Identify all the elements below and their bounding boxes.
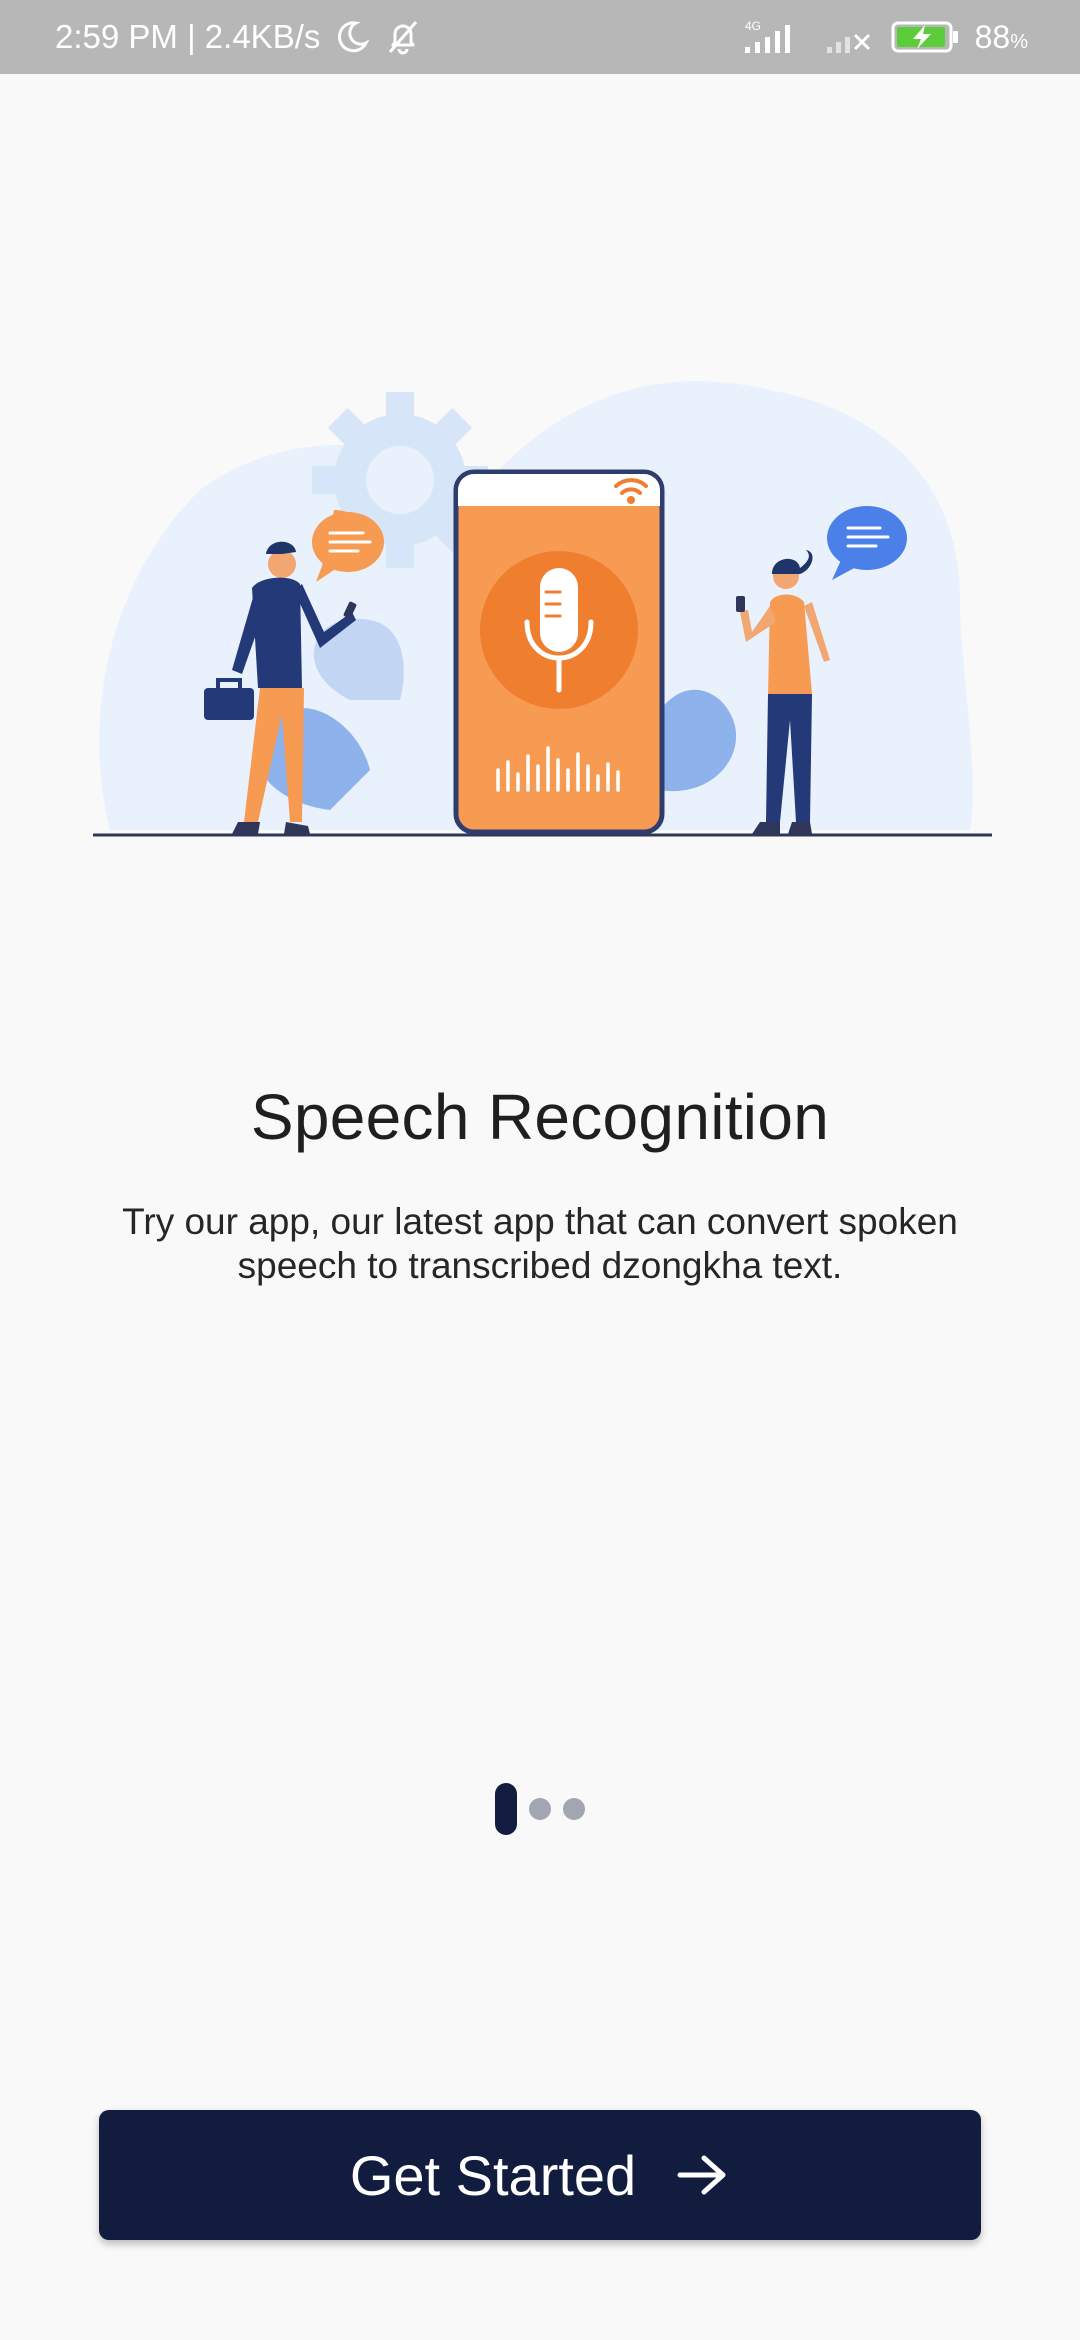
signal-4g-icon: 4G bbox=[741, 17, 811, 57]
status-bar: 2:59 PM | 2.4KB/s 4G 88% bbox=[0, 0, 1080, 74]
bell-off-icon bbox=[384, 18, 422, 56]
battery-percentage: 88% bbox=[974, 18, 1028, 55]
status-bar-left: 2:59 PM | 2.4KB/s bbox=[55, 18, 422, 56]
arrow-right-icon bbox=[676, 2153, 730, 2197]
network-label: 4G bbox=[745, 19, 761, 33]
onboarding-description: Try our app, our latest app that can con… bbox=[122, 1201, 958, 1286]
signal-no-service-icon bbox=[825, 17, 877, 57]
page-indicator bbox=[0, 1783, 1080, 1835]
status-bar-right: 4G 88% bbox=[741, 17, 1028, 57]
phone-illustration bbox=[453, 469, 665, 835]
status-time-speed: 2:59 PM | 2.4KB/s bbox=[55, 18, 321, 55]
get-started-button[interactable]: Get Started bbox=[99, 2110, 981, 2240]
speech-recognition-illustration bbox=[80, 261, 1000, 840]
page-indicator-dot[interactable] bbox=[529, 1798, 551, 1820]
battery-charging-icon bbox=[891, 19, 961, 55]
onboarding-title: Speech Recognition bbox=[250, 1081, 830, 1153]
get-started-label: Get Started bbox=[349, 2143, 637, 2207]
moon-icon bbox=[334, 19, 370, 55]
page-indicator-dot-active[interactable] bbox=[495, 1783, 517, 1835]
page-indicator-dot[interactable] bbox=[563, 1798, 585, 1820]
